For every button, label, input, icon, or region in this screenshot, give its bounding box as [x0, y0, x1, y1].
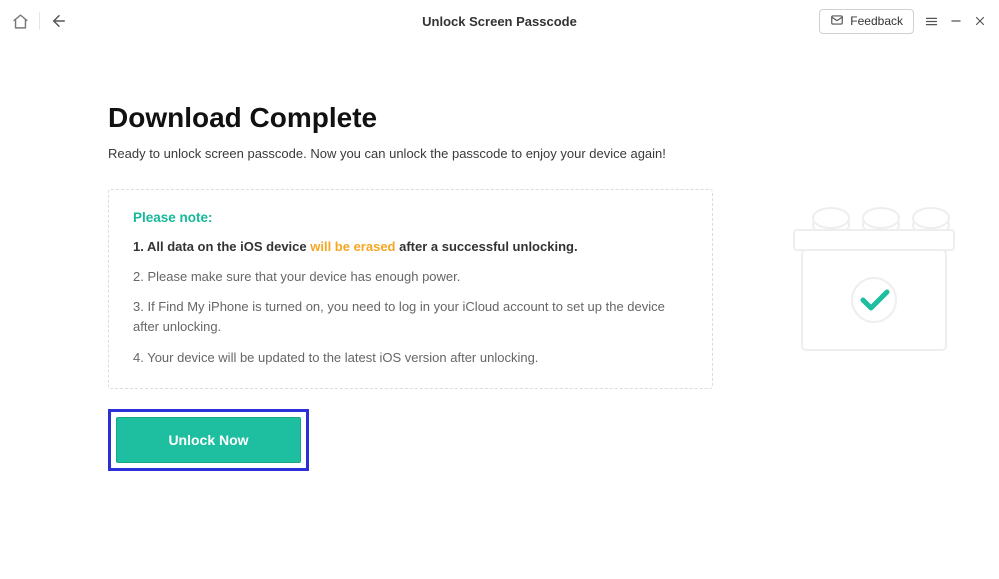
main-content: Download Complete Ready to unlock screen… — [0, 42, 999, 471]
note-line-1-pre: 1. All data on the iOS device — [133, 239, 310, 254]
close-icon[interactable] — [973, 14, 987, 28]
package-success-illustration — [784, 202, 959, 372]
note-line-2: 2. Please make sure that your device has… — [133, 267, 688, 287]
note-line-3: 3. If Find My iPhone is turned on, you n… — [133, 297, 688, 337]
unlock-now-button[interactable]: Unlock Now — [116, 417, 301, 463]
note-line-1-accent: will be erased — [310, 239, 395, 254]
please-note-box: Please note: 1. All data on the iOS devi… — [108, 189, 713, 389]
note-line-1: 1. All data on the iOS device will be er… — [133, 237, 688, 257]
menu-icon[interactable] — [924, 14, 939, 29]
feedback-label: Feedback — [850, 14, 903, 28]
titlebar-left — [12, 12, 68, 30]
feedback-button[interactable]: Feedback — [819, 9, 914, 34]
unlock-highlight: Unlock Now — [108, 409, 309, 471]
minimize-icon[interactable] — [949, 14, 963, 28]
back-icon[interactable] — [50, 12, 68, 30]
titlebar-right: Feedback — [819, 9, 987, 34]
mail-icon — [830, 13, 844, 30]
note-title: Please note: — [133, 210, 688, 225]
titlebar: Unlock Screen Passcode Feedback — [0, 0, 999, 42]
note-line-4: 4. Your device will be updated to the la… — [133, 348, 688, 368]
note-line-1-post: after a successful unlocking. — [396, 239, 578, 254]
page-subtitle: Ready to unlock screen passcode. Now you… — [108, 146, 939, 161]
home-icon[interactable] — [12, 13, 29, 30]
page-title: Download Complete — [108, 102, 939, 134]
package-icon — [784, 202, 959, 367]
divider — [39, 12, 40, 30]
